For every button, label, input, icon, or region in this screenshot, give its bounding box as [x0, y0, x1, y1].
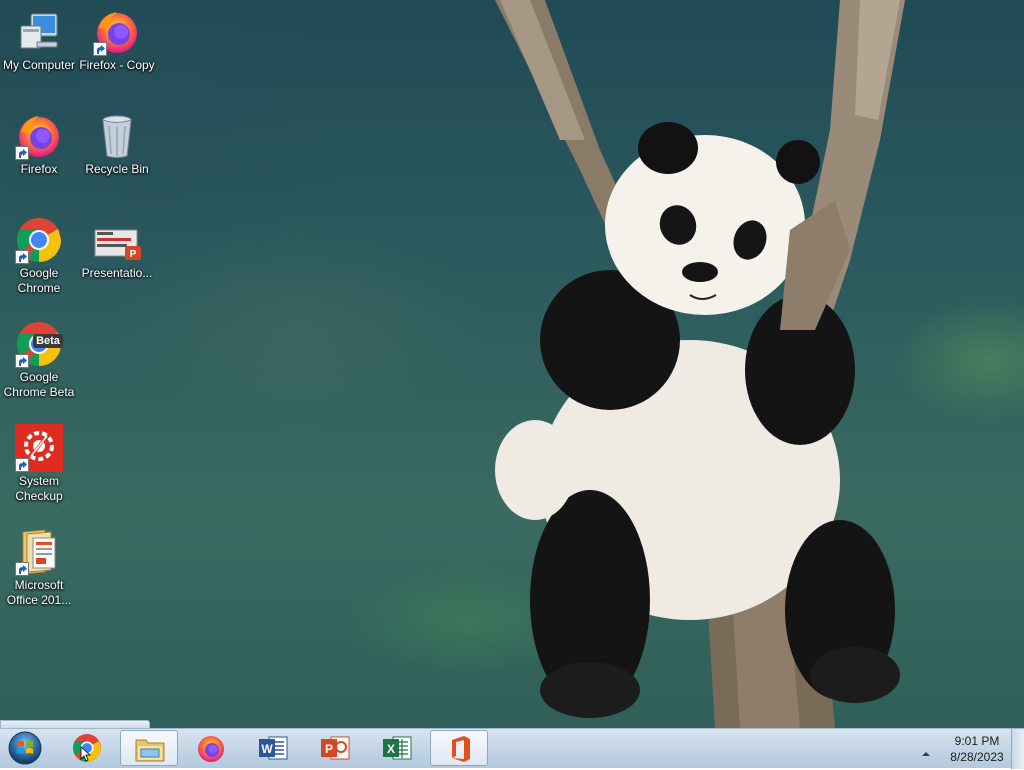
desktop-icon-firefox[interactable]: Firefox — [0, 104, 78, 177]
shortcut-arrow-icon — [15, 354, 29, 368]
powerpoint-icon: P — [321, 736, 350, 760]
shortcut-arrow-icon — [15, 250, 29, 264]
shortcut-arrow-icon — [15, 146, 29, 160]
desktop-icon-presentation[interactable]: P Presentatio... — [78, 208, 156, 281]
firefox-icon — [15, 112, 63, 160]
desktop-icon-google-chrome-beta[interactable]: Beta Google Chrome Beta — [0, 312, 78, 400]
svg-text:P: P — [325, 742, 333, 756]
firefox-icon — [198, 736, 224, 762]
chrome-beta-icon: Beta — [15, 320, 63, 368]
excel-icon: X — [383, 736, 412, 760]
desktop-icon-recycle-bin[interactable]: Recycle Bin — [78, 104, 156, 177]
word-icon: W — [259, 736, 288, 760]
windows-logo-icon — [8, 731, 42, 765]
desktop-icon-label: Recycle Bin — [85, 162, 149, 176]
svg-text:X: X — [387, 742, 395, 756]
desktop-icon-label: Microsoft Office 201... — [6, 578, 72, 607]
desktop-icon-label: Google Chrome — [17, 266, 61, 295]
taskbar-powerpoint-button[interactable]: P — [306, 730, 364, 766]
taskbar-office-button[interactable] — [430, 730, 488, 766]
svg-text:P: P — [130, 249, 137, 260]
taskbar-explorer-button[interactable] — [120, 730, 178, 766]
desktop-icon-my-computer[interactable]: My Computer — [0, 0, 78, 73]
office-installer-icon — [15, 528, 63, 576]
clock[interactable]: 9:01 PM 8/28/2023 — [942, 733, 1012, 765]
computer-icon — [15, 8, 63, 56]
desktop-icon-label: Presentatio... — [81, 266, 153, 280]
desktop-icon-firefox-copy[interactable]: Firefox - Copy — [78, 0, 156, 73]
powerpoint-file-icon: P — [93, 216, 141, 264]
recycle-bin-icon — [93, 112, 141, 160]
folder-icon — [135, 739, 165, 762]
show-hidden-icons-button[interactable] — [922, 745, 930, 756]
desktop-icon-label: Firefox — [20, 162, 58, 176]
chevron-up-icon — [922, 752, 930, 756]
system-tray: 9:01 PM 8/28/2023 — [914, 729, 1024, 769]
taskbar-edge — [0, 720, 150, 728]
taskbar-word-button[interactable]: W — [244, 730, 302, 766]
show-desktop-button[interactable] — [1011, 729, 1024, 769]
desktop-icon-microsoft-office[interactable]: Microsoft Office 201... — [0, 520, 78, 608]
shortcut-arrow-icon — [15, 458, 29, 472]
office-icon — [452, 736, 470, 762]
shortcut-arrow-icon — [15, 562, 29, 576]
svg-text:W: W — [261, 742, 273, 756]
taskbar-excel-button[interactable]: X — [368, 730, 426, 766]
beta-badge: Beta — [36, 335, 60, 347]
taskbar-firefox-button[interactable] — [182, 730, 240, 766]
start-button[interactable] — [6, 731, 44, 765]
desktop-icon-label: My Computer — [2, 58, 76, 72]
desktop-icon-label: Firefox - Copy — [79, 58, 155, 72]
shortcut-arrow-icon — [93, 42, 107, 56]
chrome-icon — [15, 216, 63, 264]
desktop-icon-label: System Checkup — [15, 474, 63, 503]
clock-time: 9:01 PM — [954, 734, 1000, 748]
system-checkup-icon — [15, 424, 63, 472]
firefox-icon — [93, 8, 141, 56]
desktop-icon-google-chrome[interactable]: Google Chrome — [0, 208, 78, 296]
taskbar: W P X 9:01 PM 8/28/2023 — [0, 728, 1024, 769]
taskbar-chrome-button[interactable] — [58, 730, 116, 766]
desktop-icon-system-checkup[interactable]: System Checkup — [0, 416, 78, 504]
clock-date: 8/28/2023 — [950, 750, 1004, 764]
desktop-icon-label: Google Chrome Beta — [3, 370, 75, 399]
chrome-icon — [73, 734, 101, 762]
